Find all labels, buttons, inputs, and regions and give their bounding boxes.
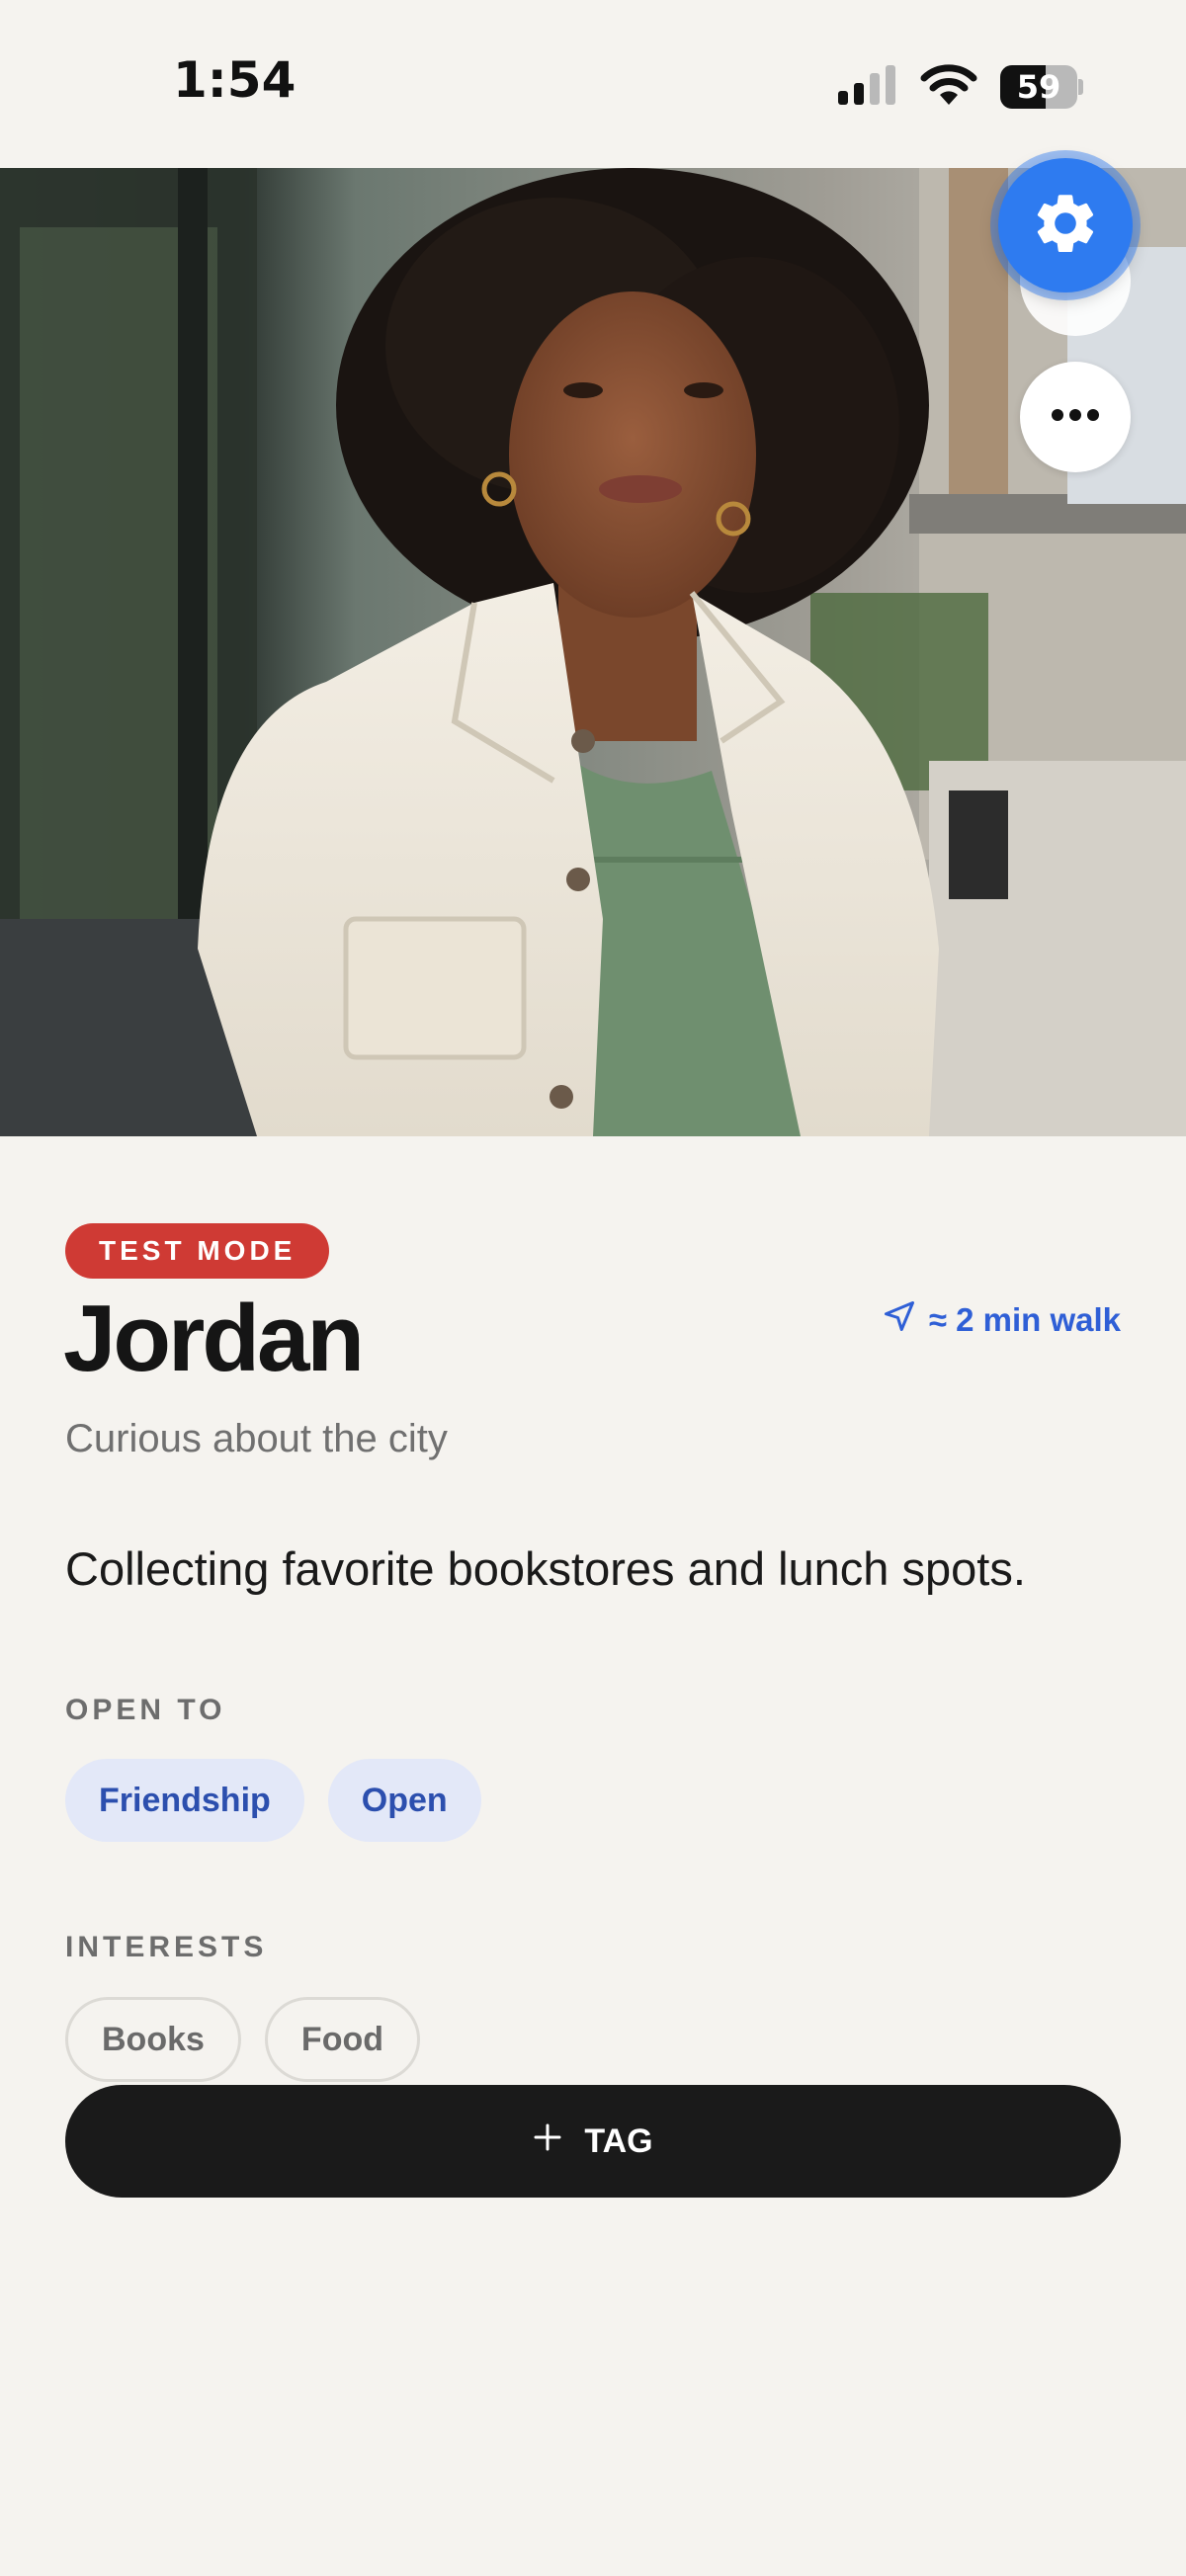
- profile-tagline: Curious about the city: [65, 1417, 448, 1460]
- battery-indicator: 59: [1000, 65, 1083, 109]
- profile-name: Jordan: [63, 1286, 365, 1391]
- navigation-arrow-icon: [882, 1298, 917, 1342]
- more-options-button[interactable]: [1020, 362, 1131, 472]
- open-to-chip-friendship[interactable]: Friendship: [65, 1759, 304, 1842]
- signal-icon: [836, 63, 897, 112]
- tag-button-label: TAG: [584, 2121, 653, 2160]
- plus-icon: [533, 2122, 562, 2161]
- distance-text: ≈ 2 min walk: [928, 1301, 1121, 1338]
- more-horizontal-icon: [1051, 408, 1100, 427]
- profile-bio: Collecting favorite bookstores and lunch…: [65, 1542, 1026, 1595]
- open-to-chip-open[interactable]: Open: [327, 1759, 481, 1842]
- battery-level: 59: [1016, 68, 1061, 106]
- interest-chips: Books Food: [65, 1997, 420, 2082]
- interest-chip-books[interactable]: Books: [65, 1997, 241, 2082]
- interest-chip-food[interactable]: Food: [264, 1997, 420, 2082]
- open-to-label: OPEN TO: [65, 1694, 226, 1726]
- interests-label: INTERESTS: [65, 1931, 268, 1963]
- gear-icon: [1030, 188, 1101, 264]
- test-mode-badge: TEST MODE: [65, 1223, 330, 1279]
- open-to-chips: Friendship Open: [65, 1759, 481, 1842]
- profile-photo: [0, 168, 1186, 1136]
- status-icons: 59: [836, 63, 1083, 112]
- status-bar: 1:54 59: [0, 0, 1186, 168]
- distance-indicator: ≈ 2 min walk: [882, 1298, 1121, 1342]
- wifi-icon: [919, 63, 978, 112]
- settings-button[interactable]: [998, 158, 1133, 292]
- tag-button[interactable]: TAG: [65, 2085, 1121, 2198]
- status-time: 1:54: [173, 51, 296, 109]
